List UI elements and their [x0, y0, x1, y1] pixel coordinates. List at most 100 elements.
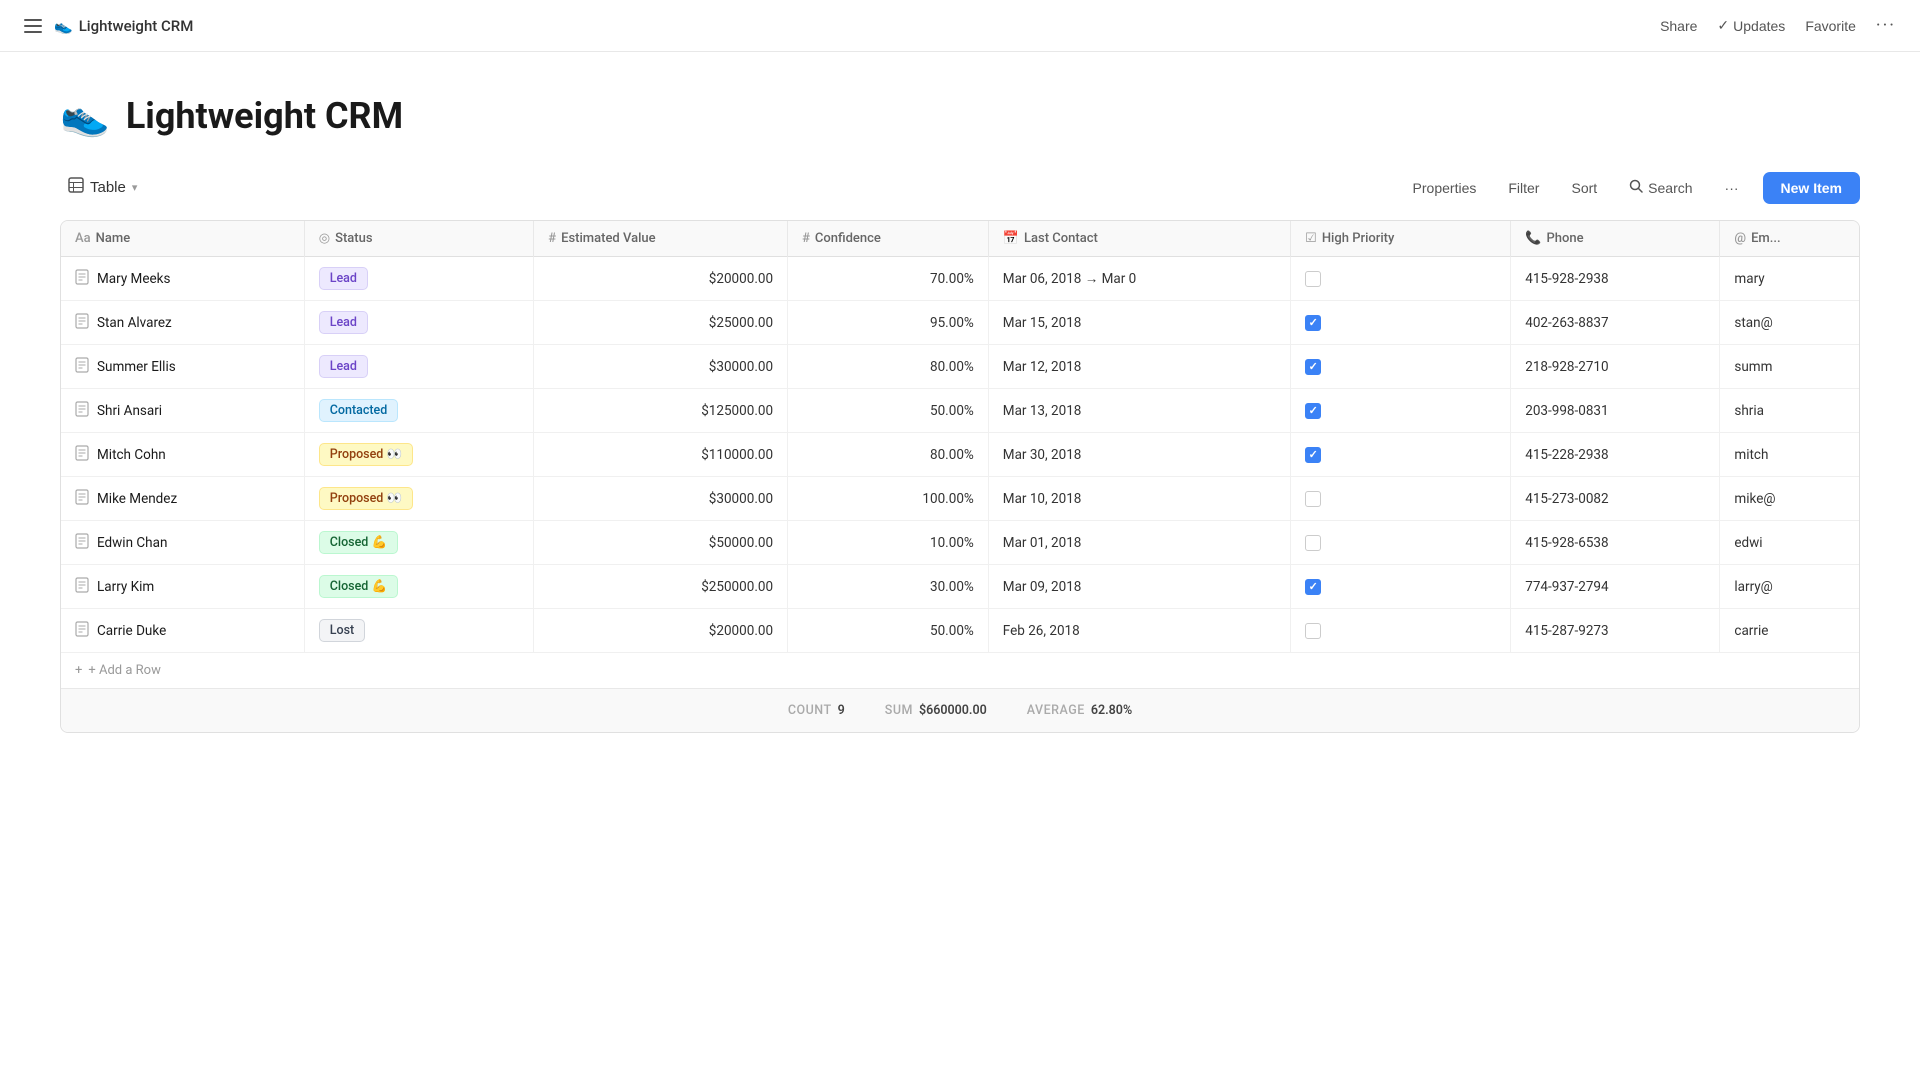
cell-email[interactable]: stan@ — [1720, 301, 1859, 345]
cell-last-contact[interactable]: Mar 09, 2018 — [988, 565, 1290, 609]
cell-value[interactable]: $25000.00 — [534, 301, 788, 345]
cell-email[interactable]: mitch — [1720, 433, 1859, 477]
cell-high-priority[interactable] — [1291, 345, 1511, 389]
search-button[interactable]: Search — [1621, 173, 1700, 202]
cell-value[interactable]: $250000.00 — [534, 565, 788, 609]
priority-checkbox[interactable] — [1305, 403, 1321, 419]
priority-checkbox[interactable] — [1305, 315, 1321, 331]
cell-last-contact[interactable]: Mar 30, 2018 — [988, 433, 1290, 477]
cell-high-priority[interactable] — [1291, 257, 1511, 301]
cell-phone[interactable]: 203-998-0831 — [1511, 389, 1720, 433]
priority-checkbox[interactable] — [1305, 447, 1321, 463]
cell-high-priority[interactable] — [1291, 433, 1511, 477]
hamburger-button[interactable] — [24, 19, 42, 33]
cell-phone[interactable]: 402-263-8837 — [1511, 301, 1720, 345]
priority-checkbox[interactable] — [1305, 359, 1321, 375]
cell-status[interactable]: Proposed 👀 — [304, 433, 534, 477]
cell-last-contact[interactable]: Mar 15, 2018 — [988, 301, 1290, 345]
cell-last-contact[interactable]: Mar 06, 2018 → Mar 0 — [988, 257, 1290, 301]
cell-last-contact[interactable]: Mar 13, 2018 — [988, 389, 1290, 433]
cell-name[interactable]: Mitch Cohn — [61, 433, 304, 477]
share-button[interactable]: Share — [1660, 18, 1697, 34]
cell-phone[interactable]: 415-928-2938 — [1511, 257, 1720, 301]
cell-last-contact[interactable]: Mar 01, 2018 — [988, 521, 1290, 565]
favorite-button[interactable]: Favorite — [1805, 18, 1856, 34]
name-text: Mary Meeks — [97, 271, 170, 287]
cell-status[interactable]: Contacted — [304, 389, 534, 433]
cell-name[interactable]: Summer Ellis — [61, 345, 304, 389]
cell-name[interactable]: Edwin Chan — [61, 521, 304, 565]
add-row-button[interactable]: + + Add a Row — [61, 652, 1859, 688]
cell-status[interactable]: Lead — [304, 301, 534, 345]
more-options-button[interactable]: ··· — [1717, 174, 1747, 202]
more-menu-button[interactable]: ··· — [1876, 15, 1896, 36]
table-view-button[interactable]: Table ▾ — [60, 171, 145, 204]
cell-email[interactable]: summ — [1720, 345, 1859, 389]
table-row: Shri Ansari Contacted$125000.0050.00%Mar… — [61, 389, 1859, 433]
cell-confidence[interactable]: 80.00% — [788, 433, 989, 477]
cell-confidence[interactable]: 100.00% — [788, 477, 989, 521]
cell-high-priority[interactable] — [1291, 389, 1511, 433]
filter-button[interactable]: Filter — [1500, 174, 1547, 202]
cell-status[interactable]: Proposed 👀 — [304, 477, 534, 521]
cell-value[interactable]: $30000.00 — [534, 345, 788, 389]
document-icon — [75, 401, 89, 421]
cell-high-priority[interactable] — [1291, 565, 1511, 609]
cell-last-contact[interactable]: Mar 12, 2018 — [988, 345, 1290, 389]
priority-checkbox[interactable] — [1305, 491, 1321, 507]
cell-phone[interactable]: 774-937-2794 — [1511, 565, 1720, 609]
cell-confidence[interactable]: 50.00% — [788, 609, 989, 653]
cell-name[interactable]: Stan Alvarez — [61, 301, 304, 345]
priority-checkbox[interactable] — [1305, 623, 1321, 639]
app-icon: 👟 — [54, 17, 73, 35]
cell-value[interactable]: $125000.00 — [534, 389, 788, 433]
cell-value[interactable]: $110000.00 — [534, 433, 788, 477]
cell-email[interactable]: larry@ — [1720, 565, 1859, 609]
cell-name[interactable]: Mary Meeks — [61, 257, 304, 301]
cell-phone[interactable]: 415-273-0082 — [1511, 477, 1720, 521]
cell-phone[interactable]: 218-928-2710 — [1511, 345, 1720, 389]
cell-email[interactable]: carrie — [1720, 609, 1859, 653]
updates-button[interactable]: ✓ Updates — [1717, 17, 1785, 34]
cell-confidence[interactable]: 70.00% — [788, 257, 989, 301]
cell-last-contact[interactable]: Mar 10, 2018 — [988, 477, 1290, 521]
cell-status[interactable]: Lost — [304, 609, 534, 653]
cell-high-priority[interactable] — [1291, 609, 1511, 653]
document-icon — [75, 269, 89, 289]
priority-checkbox[interactable] — [1305, 271, 1321, 287]
cell-confidence[interactable]: 80.00% — [788, 345, 989, 389]
cell-high-priority[interactable] — [1291, 477, 1511, 521]
cell-email[interactable]: edwi — [1720, 521, 1859, 565]
cell-phone[interactable]: 415-228-2938 — [1511, 433, 1720, 477]
cell-value[interactable]: $30000.00 — [534, 477, 788, 521]
cell-name[interactable]: Larry Kim — [61, 565, 304, 609]
sort-button[interactable]: Sort — [1563, 174, 1605, 202]
cell-confidence[interactable]: 10.00% — [788, 521, 989, 565]
cell-name[interactable]: Mike Mendez — [61, 477, 304, 521]
cell-confidence[interactable]: 95.00% — [788, 301, 989, 345]
cell-value[interactable]: $50000.00 — [534, 521, 788, 565]
cell-email[interactable]: mary — [1720, 257, 1859, 301]
cell-high-priority[interactable] — [1291, 301, 1511, 345]
cell-last-contact[interactable]: Feb 26, 2018 — [988, 609, 1290, 653]
cell-phone[interactable]: 415-928-6538 — [1511, 521, 1720, 565]
cell-status[interactable]: Closed 💪 — [304, 521, 534, 565]
cell-email[interactable]: mike@ — [1720, 477, 1859, 521]
new-item-button[interactable]: New Item — [1763, 172, 1860, 204]
cell-confidence[interactable]: 30.00% — [788, 565, 989, 609]
cell-confidence[interactable]: 50.00% — [788, 389, 989, 433]
cell-status[interactable]: Lead — [304, 345, 534, 389]
cell-status[interactable]: Closed 💪 — [304, 565, 534, 609]
priority-checkbox[interactable] — [1305, 579, 1321, 595]
cell-name[interactable]: Shri Ansari — [61, 389, 304, 433]
cell-value[interactable]: $20000.00 — [534, 609, 788, 653]
status-col-icon: ◎ — [319, 231, 330, 246]
properties-button[interactable]: Properties — [1405, 174, 1485, 202]
cell-phone[interactable]: 415-287-9273 — [1511, 609, 1720, 653]
priority-checkbox[interactable] — [1305, 535, 1321, 551]
cell-name[interactable]: Carrie Duke — [61, 609, 304, 653]
cell-status[interactable]: Lead — [304, 257, 534, 301]
cell-high-priority[interactable] — [1291, 521, 1511, 565]
cell-value[interactable]: $20000.00 — [534, 257, 788, 301]
cell-email[interactable]: shria — [1720, 389, 1859, 433]
